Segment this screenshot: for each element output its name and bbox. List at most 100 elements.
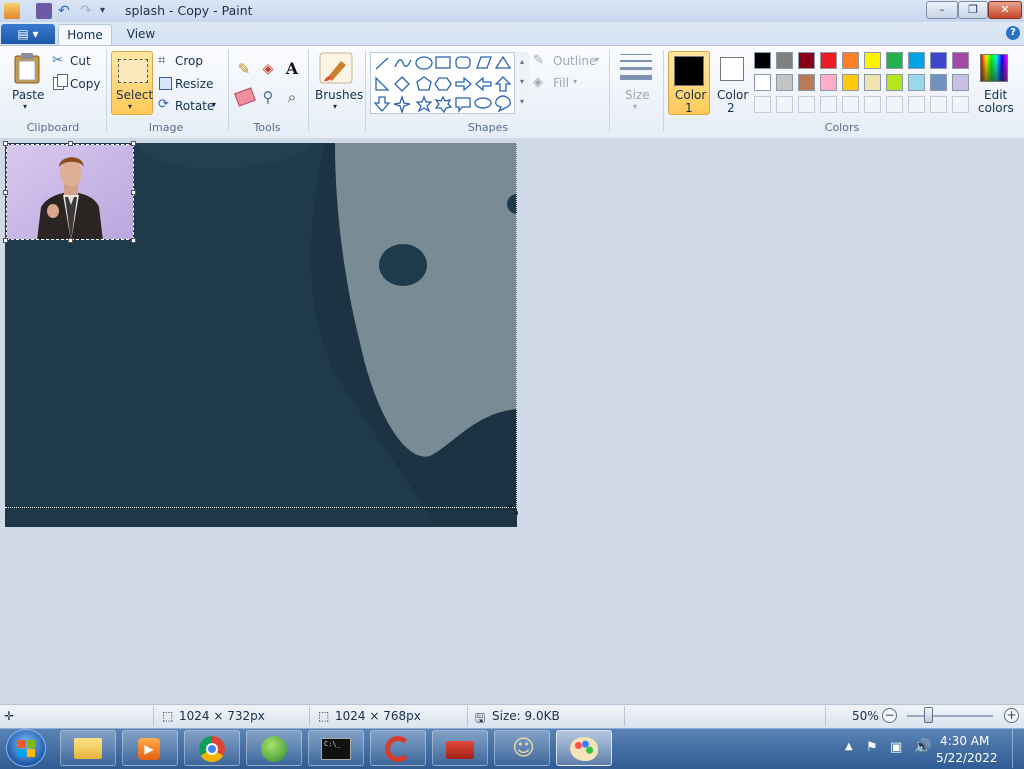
shapes-scroll[interactable]: ▴ ▾ ▾ <box>514 52 529 114</box>
paste-button[interactable]: Paste ▾ <box>8 52 46 114</box>
color-swatch[interactable] <box>798 52 815 69</box>
close-button[interactable]: ✕ <box>988 1 1022 19</box>
fill-bucket-icon[interactable]: ◈ <box>258 59 278 79</box>
color-swatch[interactable] <box>908 52 925 69</box>
copy-button[interactable]: Copy <box>52 74 104 93</box>
volume-icon[interactable]: 🔊 <box>914 739 931 755</box>
maximize-button[interactable]: ❐ <box>958 1 988 19</box>
resize-icon <box>159 77 172 90</box>
color-picker-icon[interactable]: ⚲ <box>258 87 278 107</box>
resize-button[interactable]: Resize <box>158 75 214 93</box>
magnifier-icon[interactable]: ⌕ <box>282 87 302 107</box>
color-swatch[interactable] <box>820 74 837 91</box>
ribbon-separator <box>365 50 366 132</box>
outline-button[interactable]: ✎ Outline ▾ <box>533 53 605 71</box>
zoom-slider-track[interactable] <box>907 715 993 717</box>
color-swatch[interactable] <box>864 52 881 69</box>
custom-color-slot[interactable] <box>820 96 837 113</box>
taskbar-app[interactable]: ☺ <box>494 730 550 766</box>
custom-color-slot[interactable] <box>842 96 859 113</box>
taskbar-command-prompt[interactable]: C:\_ <box>308 730 364 766</box>
pencil-icon[interactable]: ✎ <box>234 59 254 79</box>
taskbar-ccleaner[interactable] <box>370 730 426 766</box>
color-swatch[interactable] <box>798 74 815 91</box>
network-icon[interactable]: ▣ <box>890 740 902 755</box>
custom-color-slot[interactable] <box>886 96 903 113</box>
color-swatch[interactable] <box>908 74 925 91</box>
paint-menu-button[interactable]: ▤ ▾ <box>1 24 55 44</box>
cut-button[interactable]: ✂ Cut <box>52 53 98 71</box>
help-icon[interactable]: ? <box>1006 26 1020 40</box>
color-swatch[interactable] <box>930 74 947 91</box>
select-label: Select <box>116 88 154 102</box>
custom-color-slot[interactable] <box>864 96 881 113</box>
save-icon[interactable] <box>36 3 52 19</box>
paint-app-icon[interactable] <box>4 3 20 19</box>
tab-view[interactable]: View <box>118 24 164 46</box>
clock-date[interactable]: 5/22/2022 <box>936 751 998 765</box>
taskbar-media-player[interactable]: ▶ <box>122 730 178 766</box>
taskbar-explorer[interactable] <box>60 730 116 766</box>
color-swatch[interactable] <box>820 52 837 69</box>
show-desktop-button[interactable] <box>1012 729 1024 768</box>
zoom-slider-thumb[interactable] <box>924 707 933 723</box>
minimize-button[interactable]: – <box>926 1 958 19</box>
action-center-icon[interactable]: ⚑ <box>866 740 878 755</box>
color-swatch[interactable] <box>930 52 947 69</box>
taskbar-chrome[interactable] <box>184 730 240 766</box>
customize-toolbar-icon[interactable]: ▾ <box>100 3 116 19</box>
custom-color-slot[interactable] <box>754 96 771 113</box>
text-icon[interactable]: A <box>282 59 302 79</box>
color1-button[interactable]: Color 1 <box>668 51 710 115</box>
color-swatch[interactable] <box>776 74 793 91</box>
clock-time[interactable]: 4:30 AM <box>940 734 989 748</box>
color-swatch[interactable] <box>886 52 903 69</box>
color-swatch[interactable] <box>776 52 793 69</box>
brushes-button[interactable]: Brushes ▾ <box>313 52 363 114</box>
custom-color-slot[interactable] <box>908 96 925 113</box>
zoom-out-button[interactable]: − <box>882 708 897 723</box>
color2-button[interactable]: Color 2 <box>712 51 752 115</box>
media-player-icon: ▶ <box>138 738 160 760</box>
edit-colors-button[interactable]: Edit colors <box>976 52 1014 115</box>
custom-color-slot[interactable] <box>952 96 969 113</box>
custom-color-slot[interactable] <box>930 96 947 113</box>
windows-logo-icon-3 <box>18 749 26 757</box>
color-swatch[interactable] <box>754 52 771 69</box>
color1-swatch <box>674 56 704 86</box>
crop-button[interactable]: ⌗ Crop <box>158 53 208 71</box>
color-swatch[interactable] <box>886 74 903 91</box>
start-button[interactable] <box>6 729 46 767</box>
rotate-button[interactable]: ⟳ Rotate ▾ <box>158 97 222 115</box>
color-swatch[interactable] <box>754 74 771 91</box>
custom-color-slot[interactable] <box>776 96 793 113</box>
redo-icon[interactable]: ↷ <box>80 3 96 19</box>
terminal-icon: C:\_ <box>321 738 351 760</box>
size-button[interactable]: Size ▾ <box>616 52 658 114</box>
undo-icon[interactable]: ↶ <box>58 3 74 19</box>
zoom-in-button[interactable]: + <box>1004 708 1019 723</box>
fill-button[interactable]: ◈ Fill ▾ <box>533 75 583 93</box>
outline-dropdown-icon: ▾ <box>595 55 600 64</box>
paste-label: Paste <box>12 88 45 102</box>
show-hidden-icons[interactable]: ▲ <box>845 741 853 752</box>
taskbar-toolbox[interactable] <box>432 730 488 766</box>
color-swatch[interactable] <box>842 52 859 69</box>
color1-number: 1 <box>685 101 693 115</box>
tab-home[interactable]: Home <box>58 24 112 46</box>
select-button[interactable]: Select ▾ <box>111 51 153 115</box>
canvas-resize-outline <box>5 143 517 508</box>
color-swatch[interactable] <box>842 74 859 91</box>
color-swatch[interactable] <box>952 74 969 91</box>
color-swatch[interactable] <box>952 52 969 69</box>
shapes-gallery[interactable] <box>370 52 528 114</box>
ccleaner-icon <box>385 736 411 762</box>
paste-dropdown-icon: ▾ <box>23 102 28 111</box>
taskbar-download-manager[interactable] <box>246 730 302 766</box>
taskbar-paint[interactable] <box>556 730 612 766</box>
status-separator <box>309 706 310 726</box>
edit-colors-label: Edit <box>984 88 1008 102</box>
custom-color-slot[interactable] <box>798 96 815 113</box>
color-swatch[interactable] <box>864 74 881 91</box>
crop-icon: ⌗ <box>158 53 166 68</box>
